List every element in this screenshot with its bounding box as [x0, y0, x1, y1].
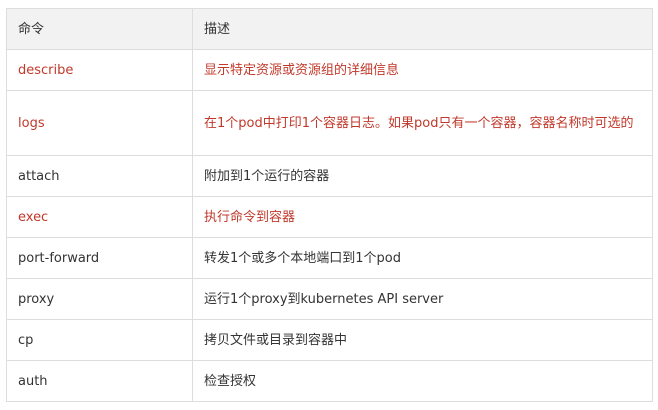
table-row: describe 显示特定资源或资源组的详细信息 — [6, 49, 653, 91]
description-cell: 检查授权 — [192, 360, 653, 402]
command-table-container: 命令 描述 describe 显示特定资源或资源组的详细信息 logs 在1个p… — [6, 8, 653, 402]
description-cell: 运行1个proxy到kubernetes API server — [192, 278, 653, 320]
description-cell: 在1个pod中打印1个容器日志。如果pod只有一个容器，容器名称时可选的 — [192, 90, 653, 156]
table-row: exec 执行命令到容器 — [6, 196, 653, 238]
description-cell: 附加到1个运行的容器 — [192, 155, 653, 197]
description-cell: 拷贝文件或目录到容器中 — [192, 319, 653, 361]
command-cell: cp — [6, 319, 193, 361]
table-header: 命令 描述 — [6, 8, 653, 50]
description-cell: 显示特定资源或资源组的详细信息 — [192, 49, 653, 91]
table-row: auth 检查授权 — [6, 360, 653, 402]
command-cell: exec — [6, 196, 193, 238]
description-cell: 转发1个或多个本地端口到1个pod — [192, 237, 653, 279]
header-command: 命令 — [6, 8, 193, 50]
command-cell: port-forward — [6, 237, 193, 279]
command-cell: proxy — [6, 278, 193, 320]
command-cell: describe — [6, 49, 193, 91]
table-row: attach 附加到1个运行的容器 — [6, 155, 653, 197]
command-cell: attach — [6, 155, 193, 197]
header-row: 命令 描述 — [6, 8, 653, 50]
table-row: cp 拷贝文件或目录到容器中 — [6, 319, 653, 361]
command-table: 命令 描述 describe 显示特定资源或资源组的详细信息 logs 在1个p… — [6, 8, 653, 402]
command-cell: logs — [6, 90, 193, 156]
description-cell: 执行命令到容器 — [192, 196, 653, 238]
table-body: describe 显示特定资源或资源组的详细信息 logs 在1个pod中打印1… — [6, 49, 653, 402]
command-cell: auth — [6, 360, 193, 402]
table-row: logs 在1个pod中打印1个容器日志。如果pod只有一个容器，容器名称时可选… — [6, 90, 653, 156]
table-row: proxy 运行1个proxy到kubernetes API server — [6, 278, 653, 320]
header-description: 描述 — [192, 8, 653, 50]
table-row: port-forward 转发1个或多个本地端口到1个pod — [6, 237, 653, 279]
